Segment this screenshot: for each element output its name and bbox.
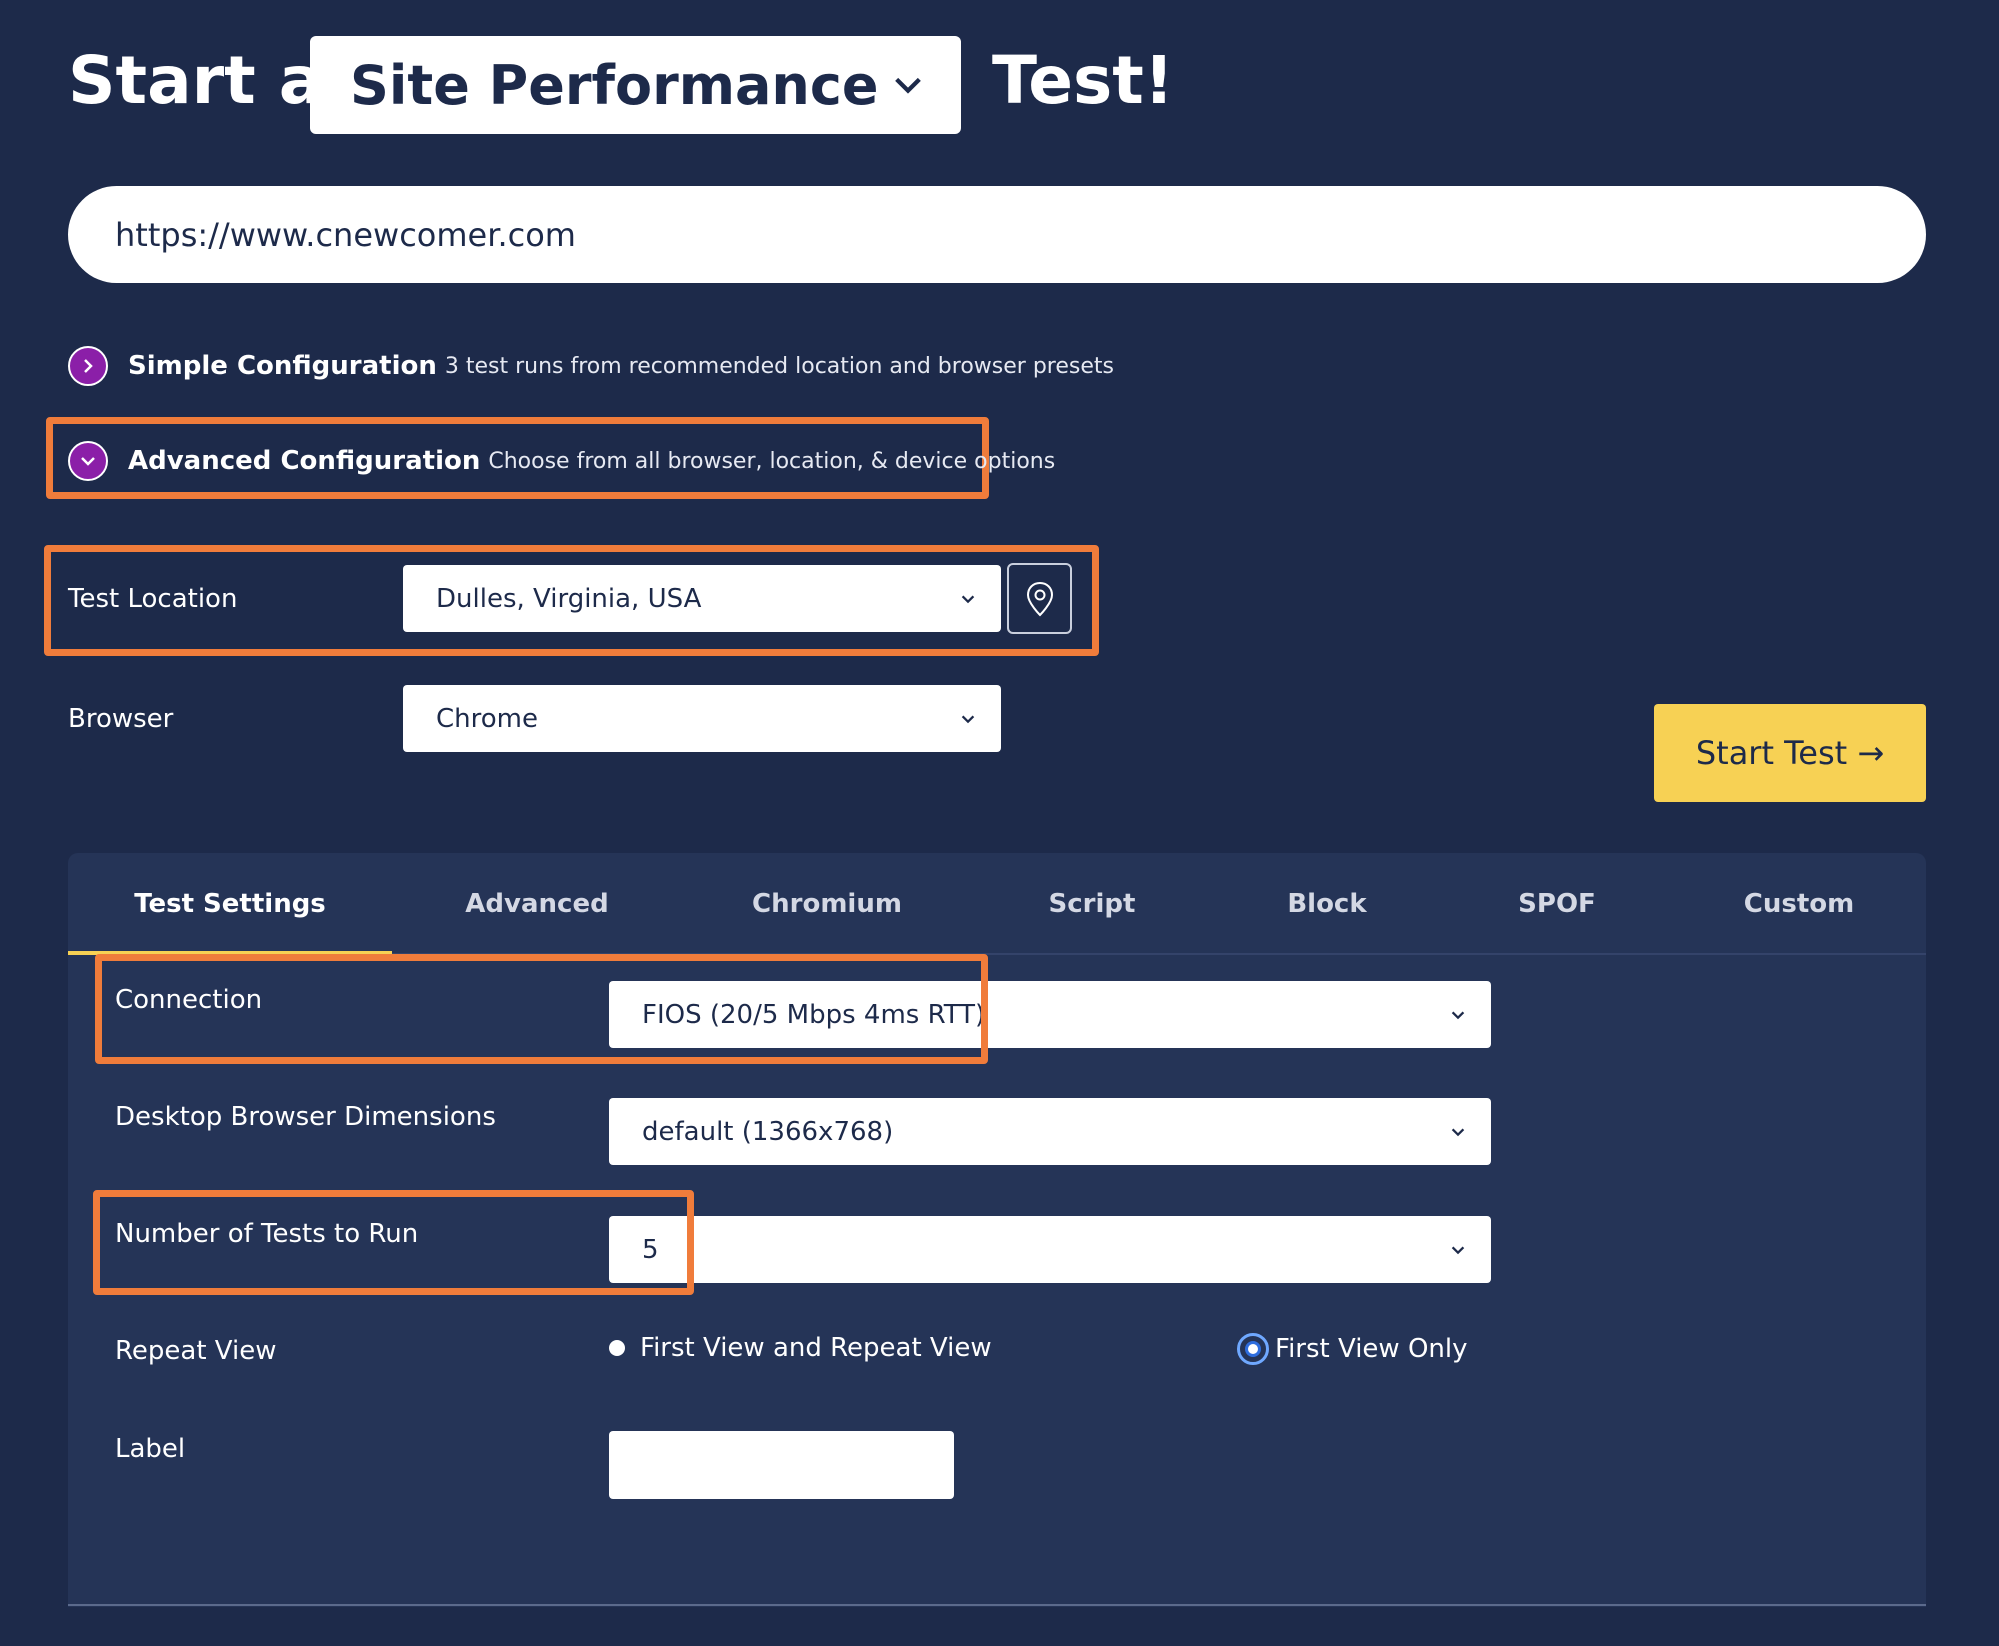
- browser-label: Browser: [68, 704, 174, 734]
- url-input[interactable]: https://www.cnewcomer.com: [68, 186, 1926, 283]
- chevron-down-icon: [1451, 1128, 1465, 1136]
- radio-selected[interactable]: [1237, 1333, 1269, 1365]
- advanced-config-title: Advanced Configuration: [128, 446, 481, 476]
- repeat-view-label: Repeat View: [115, 1336, 277, 1366]
- header-suffix: Test!: [992, 42, 1174, 119]
- dimensions-value: default (1366x768): [642, 1116, 894, 1147]
- test-location-select[interactable]: Dulles, Virginia, USA: [403, 565, 1001, 632]
- tab-custom[interactable]: Custom: [1672, 853, 1926, 955]
- map-location-button[interactable]: [1007, 563, 1072, 634]
- tab-block[interactable]: Block: [1212, 853, 1442, 955]
- chevron-down-icon: [1451, 1246, 1465, 1254]
- num-tests-highlight: [93, 1190, 694, 1295]
- simple-config-toggle[interactable]: Simple Configuration 3 test runs from re…: [68, 346, 1114, 386]
- test-location-value: Dulles, Virginia, USA: [436, 583, 702, 614]
- label-field-label: Label: [115, 1434, 186, 1464]
- test-type-value: Site Performance: [350, 53, 879, 117]
- chevron-down-icon: [68, 441, 108, 481]
- tab-script[interactable]: Script: [972, 853, 1212, 955]
- num-tests-select[interactable]: 5: [609, 1216, 1491, 1283]
- chevron-down-icon: [961, 715, 975, 723]
- advanced-config-description: Choose from all browser, location, & dev…: [488, 448, 1056, 474]
- test-type-select[interactable]: Site Performance: [310, 36, 961, 134]
- dimensions-select[interactable]: default (1366x768): [609, 1098, 1491, 1165]
- browser-select[interactable]: Chrome: [403, 685, 1001, 752]
- tab-chromium[interactable]: Chromium: [682, 853, 972, 955]
- chevron-down-icon: [1451, 1011, 1465, 1019]
- browser-value: Chrome: [436, 703, 538, 734]
- simple-config-description: 3 test runs from recommended location an…: [444, 353, 1114, 379]
- repeat-view-option-first[interactable]: First View Only: [1237, 1333, 1468, 1365]
- settings-tabs: Test Settings Advanced Chromium Script B…: [68, 853, 1926, 955]
- advanced-config-toggle[interactable]: Advanced Configuration Choose from all b…: [68, 441, 1055, 481]
- map-pin-icon: [1026, 581, 1053, 616]
- connection-highlight: [95, 954, 988, 1064]
- chevron-down-icon: [961, 595, 975, 603]
- tab-test-settings[interactable]: Test Settings: [68, 853, 392, 955]
- panel-bottom-divider: [68, 1604, 1926, 1606]
- repeat-view-option-first-label: First View Only: [1275, 1334, 1468, 1364]
- simple-config-title: Simple Configuration: [128, 351, 437, 381]
- repeat-view-option-both-label: First View and Repeat View: [640, 1333, 992, 1363]
- test-location-label: Test Location: [68, 584, 238, 614]
- url-value: https://www.cnewcomer.com: [115, 215, 576, 254]
- chevron-right-icon: [68, 346, 108, 386]
- dimensions-label: Desktop Browser Dimensions: [115, 1102, 496, 1132]
- repeat-view-option-both[interactable]: First View and Repeat View: [609, 1333, 992, 1363]
- chevron-down-icon: [895, 77, 921, 94]
- header-prefix: Start a: [68, 42, 324, 119]
- tab-spof[interactable]: SPOF: [1442, 853, 1672, 955]
- tab-advanced[interactable]: Advanced: [392, 853, 682, 955]
- start-test-button[interactable]: Start Test →: [1654, 704, 1926, 802]
- label-input[interactable]: [609, 1431, 954, 1499]
- radio-unselected[interactable]: [609, 1340, 625, 1356]
